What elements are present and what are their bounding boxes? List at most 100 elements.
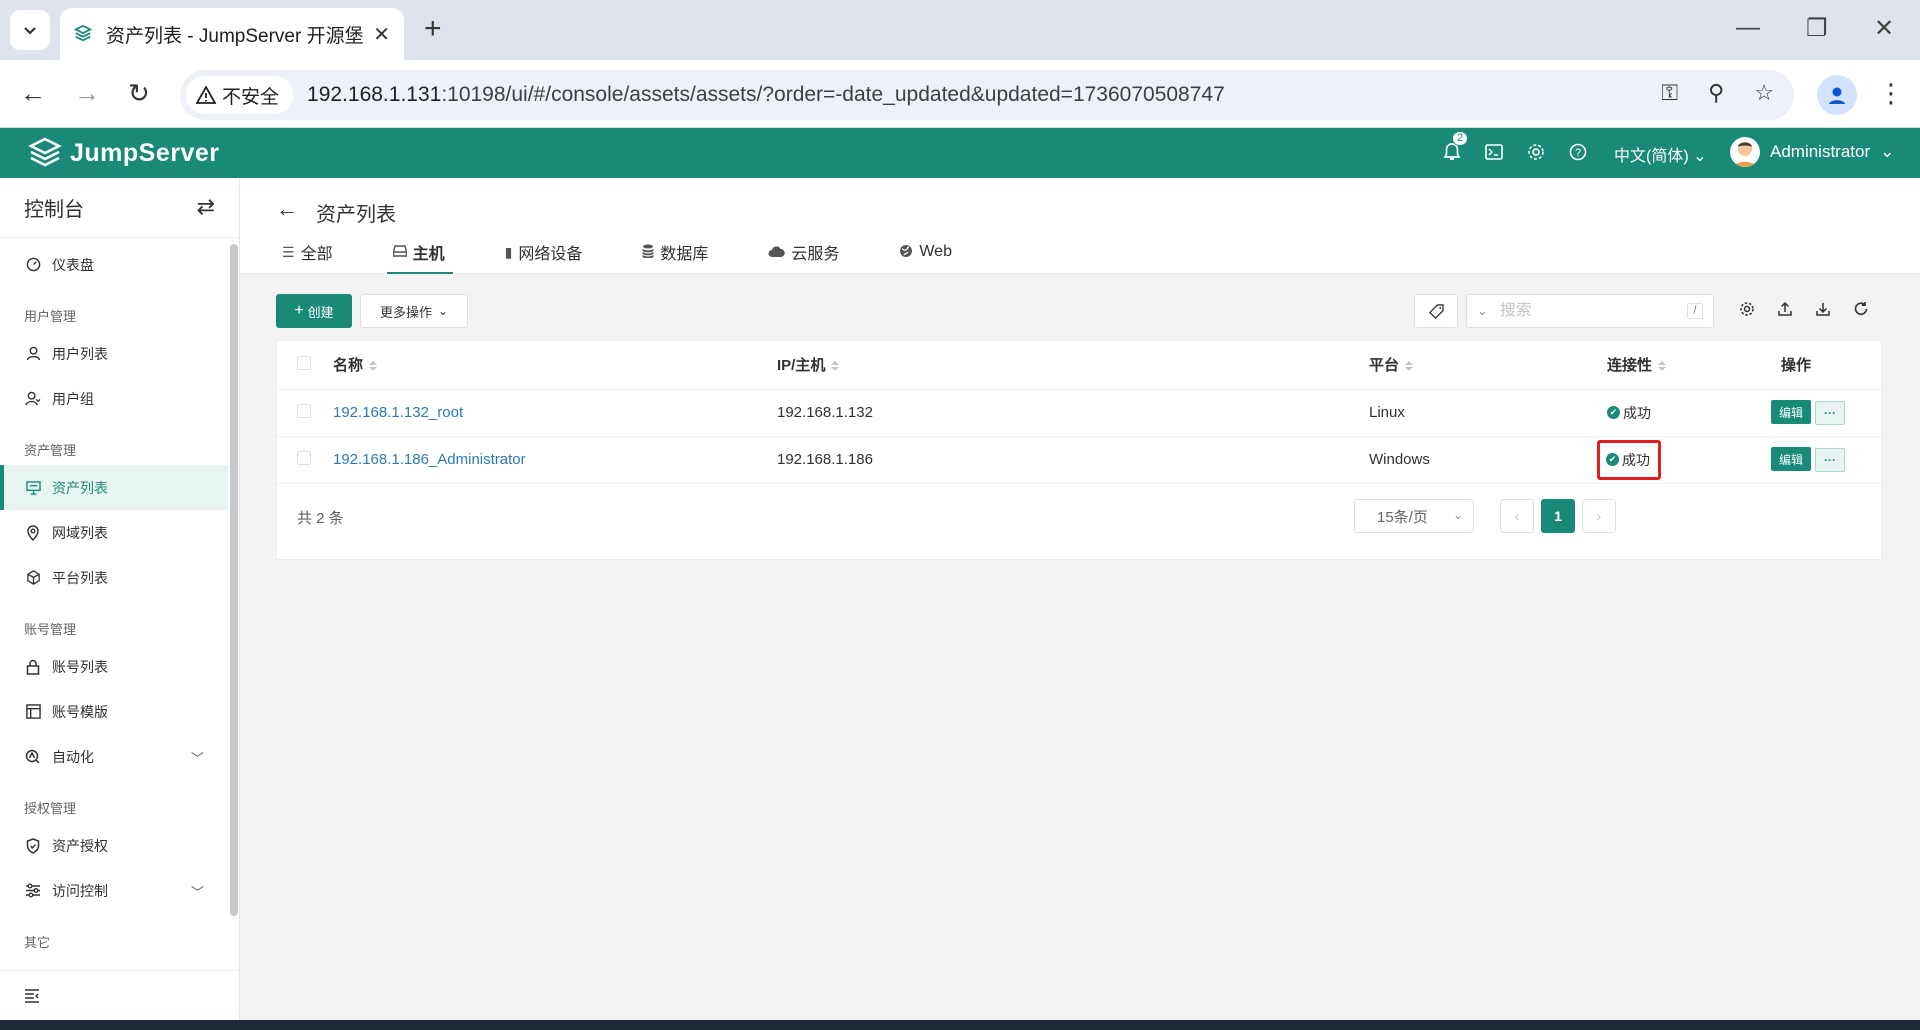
- sidebar-item-account-template[interactable]: 账号模版: [0, 689, 228, 734]
- chevron-right-icon: ›: [1596, 508, 1602, 524]
- sort-icon[interactable]: [1405, 361, 1414, 372]
- browser-menu-icon[interactable]: ⋮: [1878, 78, 1904, 108]
- url-path: :10198/ui/#/console/assets/assets/?order…: [441, 83, 1225, 106]
- sort-icon[interactable]: [369, 361, 378, 372]
- bookmark-star-icon[interactable]: ☆: [1754, 80, 1774, 106]
- sidebar-item-automation[interactable]: 自动化 ﹀: [0, 734, 228, 779]
- user-name: Administrator: [1770, 142, 1871, 161]
- minimize-icon[interactable]: —: [1736, 14, 1760, 42]
- connectivity-status-highlighted[interactable]: ✔ 成功: [1597, 439, 1661, 480]
- forward-icon[interactable]: →: [74, 78, 100, 108]
- security-chip[interactable]: 不安全: [186, 76, 294, 114]
- sidebar-collapse-button[interactable]: [0, 970, 240, 1020]
- switch-view-icon[interactable]: ⇄: [197, 194, 215, 220]
- row-checkbox[interactable]: [297, 450, 311, 465]
- profile-avatar-icon[interactable]: [1817, 75, 1857, 115]
- sidebar-item-account-list[interactable]: 账号列表: [0, 644, 228, 689]
- search-input[interactable]: [1499, 302, 1670, 320]
- chevron-down-icon: ⌄: [1693, 148, 1707, 165]
- create-button[interactable]: + 创建: [276, 294, 352, 328]
- column-header-connectivity[interactable]: 连接性: [1607, 341, 1771, 390]
- sidebar-group-account: 账号管理: [24, 622, 77, 637]
- os-taskbar: [0, 1020, 1920, 1030]
- tab-host[interactable]: 主机: [386, 234, 453, 274]
- address-bar[interactable]: 不安全 192.168.1.131:10198/ui/#/console/ass…: [180, 70, 1794, 120]
- tab-web[interactable]: Web: [899, 234, 952, 270]
- row-checkbox[interactable]: [297, 403, 311, 418]
- sidebar-group-user: 用户管理: [24, 309, 77, 324]
- asset-name-link[interactable]: 192.168.1.132_root: [333, 404, 463, 421]
- sidebar-item-dashboard[interactable]: 仪表盘: [0, 242, 228, 287]
- terminal-icon[interactable]: [1482, 140, 1506, 164]
- tag-filter-button[interactable]: [1414, 294, 1458, 328]
- more-actions-dropdown[interactable]: 更多操作 ⌄: [360, 294, 468, 328]
- tab-search-button[interactable]: [10, 10, 50, 50]
- next-page-button[interactable]: ›: [1582, 499, 1616, 533]
- tab-network-device[interactable]: ▮ 网络设备: [505, 234, 583, 270]
- prev-page-button[interactable]: ‹: [1500, 499, 1534, 533]
- sort-icon[interactable]: [831, 361, 840, 372]
- close-window-icon[interactable]: ✕: [1874, 14, 1894, 43]
- sidebar-item-label: 账号模版: [52, 703, 108, 720]
- browser-tab-active[interactable]: 资产列表 - JumpServer 开源堡 ✕: [60, 8, 404, 60]
- export-icon[interactable]: [1776, 300, 1794, 318]
- chevron-down-icon[interactable]: ⌄: [1477, 303, 1488, 319]
- sidebar-item-user-group[interactable]: 用户组: [0, 376, 228, 421]
- more-button[interactable]: ···: [1815, 400, 1845, 425]
- column-header-platform[interactable]: 平台: [1369, 341, 1607, 390]
- sidebar-item-asset-list[interactable]: 资产列表: [0, 465, 228, 510]
- search-box[interactable]: ⌄ /: [1466, 294, 1714, 328]
- help-icon[interactable]: ?: [1566, 140, 1590, 164]
- sidebar: 控制台 ⇄ 仪表盘 用户管理 用户列表 用户组 资产管理 资产列表 网域列表 平…: [0, 178, 240, 1020]
- chevron-down-icon: ⌄: [437, 304, 449, 318]
- sidebar-item-zone-list[interactable]: 网域列表: [0, 510, 228, 555]
- more-button[interactable]: ···: [1815, 447, 1845, 472]
- asset-name-link[interactable]: 192.168.1.186_Administrator: [333, 451, 526, 468]
- browser-toolbar: ← → ↻ 不安全 192.168.1.131:10198/ui/#/conso…: [0, 60, 1920, 128]
- user-menu[interactable]: Administrator ⌄: [1730, 137, 1894, 167]
- notification-bell-icon[interactable]: 2: [1440, 131, 1468, 164]
- page-title: 资产列表: [316, 204, 396, 226]
- refresh-icon[interactable]: [1852, 300, 1870, 318]
- edit-button[interactable]: 编辑: [1771, 447, 1811, 472]
- back-icon[interactable]: ←: [20, 78, 46, 108]
- zoom-icon[interactable]: ⚲: [1708, 80, 1724, 106]
- tab-label: 网络设备: [518, 246, 583, 263]
- url-text[interactable]: 192.168.1.131:10198/ui/#/console/assets/…: [307, 83, 1225, 107]
- password-key-icon[interactable]: ⚿: [1661, 80, 1678, 106]
- connectivity-status[interactable]: ✔ 成功: [1607, 403, 1651, 423]
- page-size-label: 15条/页: [1377, 508, 1428, 526]
- asset-table-panel: 名称 IP/主机 平台 连接性 操作 192.168.1.132_root 19…: [276, 340, 1882, 560]
- column-header-name[interactable]: 名称: [333, 341, 777, 390]
- page-size-select[interactable]: 15条/页 ⌄: [1354, 499, 1474, 533]
- select-all-checkbox[interactable]: [297, 355, 311, 370]
- tab-database[interactable]: 数据库: [642, 234, 708, 270]
- sidebar-scrollbar[interactable]: [230, 244, 238, 916]
- user-icon: [24, 345, 42, 363]
- sidebar-item-asset-permission[interactable]: 资产授权: [0, 823, 228, 868]
- reload-icon[interactable]: ↻: [128, 78, 150, 108]
- tab-cloud[interactable]: 云服务: [768, 234, 839, 270]
- sort-icon[interactable]: [1658, 361, 1667, 372]
- settings-gear-icon[interactable]: [1524, 140, 1548, 164]
- main-content: ← 资产列表 ☰ 全部 主机 ▮ 网络设备 数据库 云服务 Web + 创建 更多操作…: [240, 178, 1920, 1020]
- restore-icon[interactable]: ❐: [1806, 14, 1828, 43]
- brand-logo[interactable]: JumpServer: [28, 137, 220, 169]
- lock-icon: [24, 658, 42, 676]
- close-tab-icon[interactable]: ✕: [373, 22, 390, 47]
- table-settings-icon[interactable]: [1738, 300, 1756, 318]
- automation-icon: [24, 748, 42, 766]
- new-tab-button[interactable]: +: [424, 14, 442, 44]
- language-selector[interactable]: 中文(简体) ⌄: [1614, 142, 1707, 166]
- import-icon[interactable]: [1814, 300, 1832, 318]
- sidebar-item-user-list[interactable]: 用户列表: [0, 331, 228, 376]
- sidebar-item-platform-list[interactable]: 平台列表: [0, 555, 228, 600]
- edit-button[interactable]: 编辑: [1771, 400, 1811, 425]
- tab-all[interactable]: ☰ 全部: [282, 234, 333, 270]
- table-header-row: 名称 IP/主机 平台 连接性 操作: [277, 341, 1881, 390]
- back-arrow-icon[interactable]: ←: [276, 196, 298, 222]
- current-page-button[interactable]: 1: [1541, 499, 1575, 533]
- sidebar-item-label: 账号列表: [52, 658, 108, 675]
- sidebar-item-access-control[interactable]: 访问控制 ﹀: [0, 868, 228, 913]
- column-header-ip[interactable]: IP/主机: [777, 341, 1369, 390]
